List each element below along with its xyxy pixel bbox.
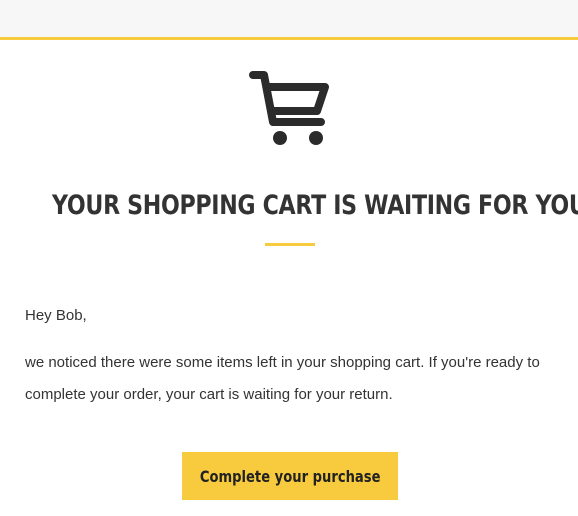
email-headline: YOUR SHOPPING CART IS WAITING FOR YOU xyxy=(52,190,578,221)
complete-purchase-label: Complete your purchase xyxy=(199,466,381,486)
greeting-text: Hey Bob, xyxy=(25,307,87,324)
header-accent-rule xyxy=(0,37,578,40)
email-header-band xyxy=(0,0,578,37)
complete-purchase-button[interactable]: Complete your purchase xyxy=(182,452,398,500)
headline-underline xyxy=(265,243,315,246)
body-paragraph: we noticed there were some items left in… xyxy=(25,354,540,403)
shopping-cart-icon xyxy=(249,71,329,145)
